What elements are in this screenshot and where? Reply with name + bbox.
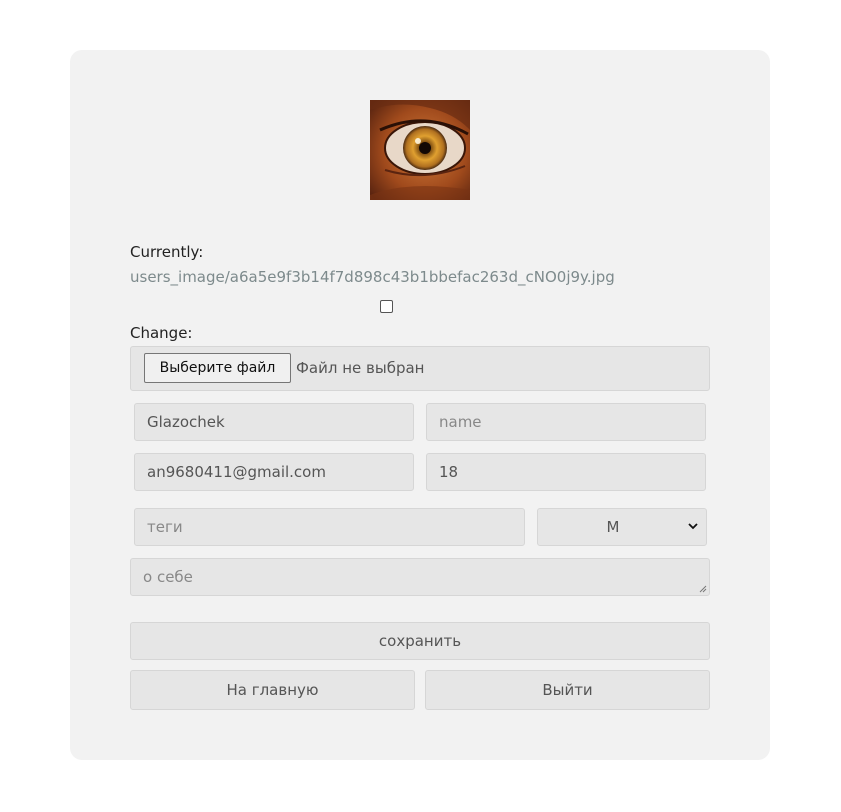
tags-input[interactable]: теги xyxy=(134,508,525,546)
about-placeholder: о себе xyxy=(143,568,193,586)
avatar-image xyxy=(370,100,470,200)
choose-file-button[interactable]: Выберите файл xyxy=(144,353,291,383)
username-input[interactable]: Glazochek xyxy=(134,403,414,441)
currently-label: Currently: xyxy=(130,243,204,261)
home-button[interactable]: На главную xyxy=(130,670,415,710)
age-input[interactable]: 18 xyxy=(426,453,706,491)
name-input[interactable]: name xyxy=(426,403,706,441)
chevron-down-icon xyxy=(688,523,698,530)
file-input[interactable]: Выберите файл Файл не выбран xyxy=(130,346,710,391)
logout-button[interactable]: Выйти xyxy=(425,670,710,710)
profile-edit-card: Currently: users_image/a6a5e9f3b14f7d898… xyxy=(70,50,770,760)
about-textarea[interactable]: о себе xyxy=(130,558,710,596)
email-input[interactable]: an9680411@gmail.com xyxy=(134,453,414,491)
clear-image-checkbox[interactable] xyxy=(380,300,393,313)
current-file-link[interactable]: users_image/a6a5e9f3b14f7d898c43b1bbefac… xyxy=(130,268,615,286)
resize-handle-icon[interactable] xyxy=(699,585,707,593)
save-button[interactable]: сохранить xyxy=(130,622,710,660)
gender-selected-value: M xyxy=(606,518,620,536)
file-status-text: Файл не выбран xyxy=(296,359,425,377)
change-label: Change: xyxy=(130,324,193,342)
gender-select[interactable]: M xyxy=(537,508,707,546)
